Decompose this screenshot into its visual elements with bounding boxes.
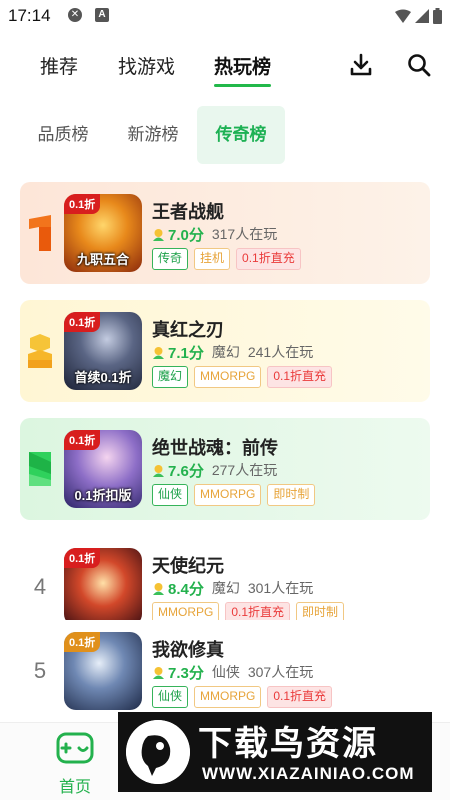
player-count: 301人在玩 bbox=[247, 580, 314, 596]
game-title: 真红之刃 bbox=[152, 320, 224, 340]
nav-home[interactable]: 首页 bbox=[50, 731, 100, 797]
game-tag: 挂机 bbox=[194, 248, 231, 270]
game-score: 8.4分 bbox=[168, 580, 204, 598]
download-icon[interactable] bbox=[348, 52, 374, 78]
gamepad-icon bbox=[56, 732, 94, 764]
watermark-title: 下载鸟资源 bbox=[198, 725, 378, 763]
game-tag: 仙侠 bbox=[152, 686, 189, 708]
game-list-item[interactable]: 0.1折 0.1折扣版 绝世战魂：前传 7.6分 277人在玩 仙侠 MMORP… bbox=[20, 418, 430, 520]
notification-close-icon: ✕ bbox=[68, 8, 82, 22]
game-score: 7.1分 bbox=[168, 344, 204, 362]
game-title: 王者战舰 bbox=[152, 202, 224, 222]
rank-number: 5 bbox=[33, 658, 47, 683]
game-tag: MMORPG bbox=[194, 484, 262, 506]
game-genre: 魔幻 bbox=[211, 580, 240, 596]
player-count: 277人在玩 bbox=[211, 462, 278, 478]
game-tag: 魔幻 bbox=[152, 366, 189, 388]
game-tag: 0.1折直充 bbox=[267, 686, 333, 708]
bird-logo-icon bbox=[126, 720, 190, 784]
score-icon bbox=[153, 582, 164, 595]
rank-3-medal-icon bbox=[20, 418, 60, 520]
nav-home-label: 首页 bbox=[58, 779, 91, 796]
game-score: 7.3分 bbox=[168, 664, 204, 682]
player-count: 317人在玩 bbox=[211, 226, 278, 242]
game-genre: 仙侠 bbox=[211, 664, 240, 680]
game-tag: 传奇 bbox=[152, 248, 189, 270]
game-title: 我欲修真 bbox=[152, 640, 224, 660]
top-navigation: 推荐 找游戏 热玩榜 bbox=[0, 44, 450, 90]
status-bar: 17:14 ✕ A bbox=[0, 0, 450, 32]
game-list-item[interactable]: 0.1折 九职五合 王者战舰 7.0分 317人在玩 传奇 挂机 0.1折直充 bbox=[20, 182, 430, 284]
notification-app-icon: A bbox=[95, 8, 109, 22]
rank-1-medal-icon bbox=[20, 182, 60, 284]
tab-find-games[interactable]: 找游戏 bbox=[118, 52, 175, 79]
tab-hot-ranking[interactable]: 热玩榜 bbox=[214, 52, 272, 87]
game-score: 7.0分 bbox=[168, 226, 204, 244]
game-tag: 仙侠 bbox=[152, 484, 189, 506]
game-tag: MMORPG bbox=[194, 366, 262, 388]
tab-recommend[interactable]: 推荐 bbox=[40, 52, 78, 79]
game-tag: MMORPG bbox=[194, 686, 262, 708]
game-title: 天使纪元 bbox=[152, 556, 224, 576]
wifi-icon bbox=[395, 9, 411, 23]
game-tag: 即时制 bbox=[267, 484, 316, 506]
game-icon[interactable]: 0.1折 0.1折扣版 bbox=[64, 430, 142, 508]
game-icon[interactable]: 0.1折 首续0.1折 bbox=[64, 312, 142, 390]
game-score: 7.6分 bbox=[168, 462, 204, 480]
score-icon bbox=[153, 464, 164, 477]
player-count: 307人在玩 bbox=[247, 664, 314, 680]
game-tag: 0.1折直充 bbox=[267, 366, 333, 388]
game-title: 绝世战魂：前传 bbox=[152, 438, 278, 458]
player-count: 241人在玩 bbox=[247, 344, 314, 360]
score-icon bbox=[153, 346, 164, 359]
score-icon bbox=[153, 666, 164, 679]
game-list-item[interactable]: 5 0.1折 我欲修真 7.3分 仙侠 307人在玩 仙侠 MMORPG 0.1… bbox=[20, 620, 430, 722]
status-time: 17:14 bbox=[8, 6, 51, 25]
battery-icon bbox=[433, 8, 442, 24]
watermark-banner: 下载鸟资源 WWW.XIAZAINIAO.COM bbox=[118, 712, 432, 792]
tab-new-games-ranking[interactable]: 新游榜 bbox=[114, 106, 192, 164]
signal-icon bbox=[415, 9, 429, 23]
game-genre: 魔幻 bbox=[211, 344, 240, 360]
game-list-item[interactable]: 0.1折 首续0.1折 真红之刃 7.1分 魔幻 241人在玩 魔幻 MMORP… bbox=[20, 300, 430, 402]
game-icon[interactable]: 0.1折 bbox=[64, 632, 142, 710]
game-icon[interactable]: 0.1折 bbox=[64, 548, 142, 626]
ranking-sub-tabs: 品质榜 新游榜 传奇榜 bbox=[0, 106, 450, 164]
tab-legend-ranking[interactable]: 传奇榜 bbox=[197, 106, 285, 164]
rank-2-medal-icon bbox=[20, 300, 60, 402]
game-icon[interactable]: 0.1折 九职五合 bbox=[64, 194, 142, 272]
watermark-url: WWW.XIAZAINIAO.COM bbox=[202, 764, 415, 783]
search-icon[interactable] bbox=[406, 52, 432, 78]
game-tag: 0.1折直充 bbox=[236, 248, 301, 270]
score-icon bbox=[153, 228, 164, 241]
tab-quality-ranking[interactable]: 品质榜 bbox=[24, 106, 102, 164]
